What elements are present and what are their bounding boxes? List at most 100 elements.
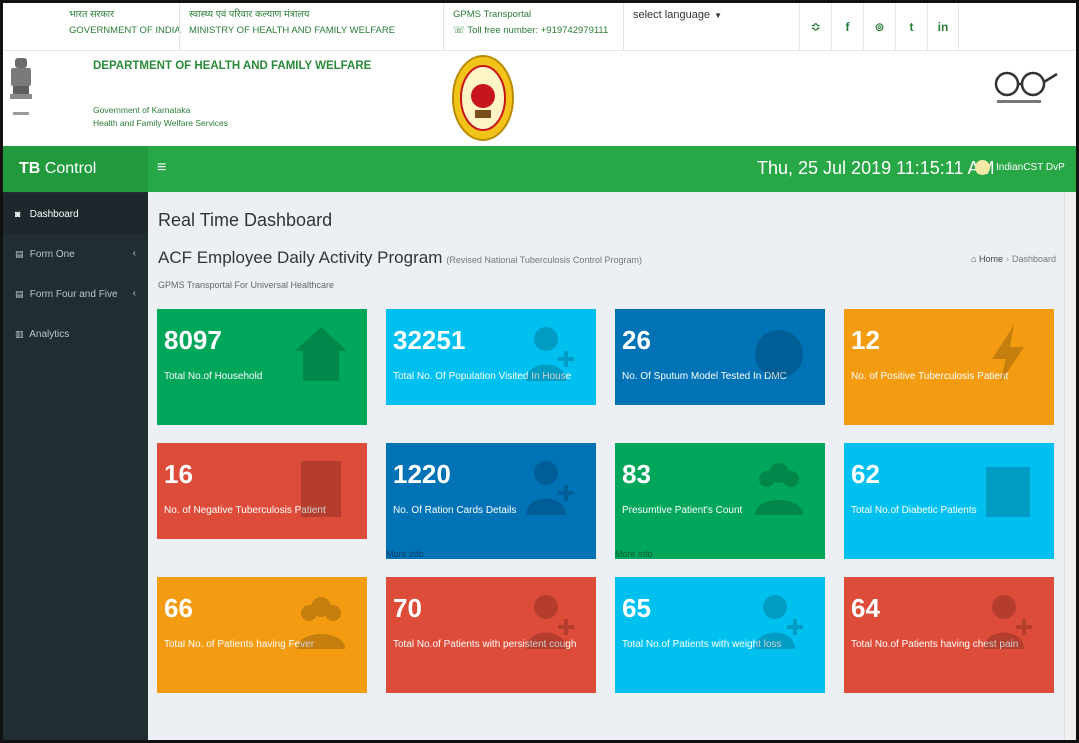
breadcrumb: ⌂ Home › Dashboard (971, 254, 1056, 264)
stat-tile-negative-tb[interactable]: 16 No. of Negative Tuberculosis Patient (157, 443, 367, 539)
program-subtitle: (Revised National Tuberculosis Control P… (446, 255, 642, 265)
sidebar-item-form-one[interactable]: ▤ Form One ‹ (3, 234, 148, 274)
language-select[interactable]: select language ▼ (633, 9, 722, 21)
stat-tile-diabetic[interactable]: 62 Total No.of Diabetic Patients (844, 443, 1054, 559)
stat-value: 32251 (393, 325, 466, 355)
user-plus-icon (984, 595, 1032, 649)
stat-value: 66 (164, 593, 193, 623)
contact-info: GPMS Transportal ☏ Toll free number: +91… (453, 7, 608, 39)
browser-frame: भारत सरकार GOVERNMENT OF INDIA स्वास्थ्य… (0, 0, 1079, 743)
sidebar: ◙ Dashboard ▤ Form One ‹ ▤ Form Four and… (3, 192, 148, 740)
stat-tile-fever[interactable]: 66 Total No. of Patients having Fever (157, 577, 367, 693)
current-datetime: Thu, 25 Jul 2019 11:15:11 AM (757, 158, 995, 178)
program-title: ACF Employee Daily Activity Program (Revi… (158, 248, 642, 267)
karnataka-seal-icon (452, 55, 514, 141)
toll-free-number: ☏ Toll free number: +919742979111 (453, 25, 609, 36)
stat-value: 70 (393, 593, 422, 623)
divider (443, 3, 444, 51)
stat-label: Total No. of Patients having Fever (164, 639, 315, 650)
government-top-bar: भारत सरकार GOVERNMENT OF INDIA स्वास्थ्य… (3, 3, 1076, 51)
stat-tile-weight-loss[interactable]: 65 Total No.of Patients with weight loss (615, 577, 825, 693)
stat-tile-chest-pain[interactable]: 64 Total No.of Patients having chest pai… (844, 577, 1054, 693)
menu-toggle-icon[interactable]: ≡ (157, 159, 166, 177)
user-plus-icon (755, 595, 803, 649)
linkedin-icon[interactable]: in (927, 3, 959, 51)
stat-tile-positive-tb[interactable]: 12 No. of Positive Tuberculosis Patient (844, 309, 1054, 425)
stat-label: Total No.of Household (164, 371, 263, 382)
home-icon: ⌂ (971, 254, 977, 264)
breadcrumb-home[interactable]: Home (979, 254, 1003, 264)
stat-label: Presumtive Patient's Count (622, 505, 743, 516)
avatar (975, 160, 990, 175)
chevron-left-icon: ‹ (132, 248, 136, 259)
stat-tile-population[interactable]: 32251 Total No. Of Population Visited In… (386, 309, 596, 405)
pie-chart-icon (755, 330, 803, 378)
department-title: DEPARTMENT OF HEALTH AND FAMILY WELFARE (93, 60, 372, 72)
portal-caption: GPMS Transportal For Universal Healthcar… (158, 280, 335, 290)
share-icon[interactable]: ≎ (799, 3, 831, 51)
stat-label: No. Of Ration Cards Details (393, 505, 517, 516)
govt-of-india-english: GOVERNMENT OF INDIA (69, 25, 181, 36)
facebook-icon[interactable]: f (831, 3, 863, 51)
divider (623, 3, 624, 51)
ministry-english: MINISTRY OF HEALTH AND FAMILY WELFARE (189, 25, 396, 36)
home-icon (295, 327, 347, 381)
vertical-scrollbar[interactable] (1064, 192, 1076, 740)
stat-tile-household[interactable]: 8097 Total No.of Household (157, 309, 367, 425)
brand-logo[interactable]: TB Control Program (3, 146, 148, 223)
breadcrumb-current: Dashboard (1011, 254, 1056, 264)
portal-name: GPMS Transportal (453, 9, 532, 20)
stat-value: 83 (622, 459, 651, 489)
app-header: TB Control Program ≡ Thu, 25 Jul 2019 11… (3, 146, 1076, 223)
swachh-bharat-logo-icon (994, 71, 1058, 103)
stat-tile-presumptive[interactable]: 83 Presumtive Patient's Count More info (615, 443, 825, 559)
form-icon: ▤ (15, 249, 24, 259)
google-plus-icon[interactable]: ⊚ (863, 3, 895, 51)
page-title: Real Time Dashboard (158, 210, 333, 230)
stat-value: 1220 (393, 459, 451, 489)
users-icon (755, 463, 803, 515)
sidebar-item-analytics[interactable]: ▥ Analytics (3, 314, 148, 354)
user-plus-icon (526, 327, 574, 381)
user-plus-icon (526, 461, 574, 515)
stat-value: 26 (622, 325, 651, 355)
building-icon (301, 461, 341, 517)
phone-icon: ☏ (453, 25, 468, 36)
caret-down-icon: ▼ (714, 11, 722, 20)
hospital-icon (986, 467, 1030, 517)
language-select-value: select language (633, 9, 711, 21)
user-plus-icon (526, 595, 574, 649)
stat-value: 62 (851, 459, 880, 489)
stat-tile-ration-cards[interactable]: 1220 No. Of Ration Cards Details More in… (386, 443, 596, 559)
dashboard-icon: ◙ (15, 209, 21, 219)
users-icon (297, 597, 345, 649)
breadcrumb-separator: › (1005, 254, 1009, 264)
stat-value: 65 (622, 593, 651, 623)
ministry-link[interactable]: स्वास्थ्य एवं परिवार कल्याण मंत्रालय MIN… (189, 7, 395, 39)
sidebar-item-form-four-and-five[interactable]: ▤ Form Four and Five ‹ (3, 274, 148, 314)
department-subtitle: Government of Karnataka Health and Famil… (93, 105, 228, 128)
department-header: DEPARTMENT OF HEALTH AND FAMILY WELFARE … (3, 52, 1076, 146)
bolt-icon (992, 325, 1024, 383)
chevron-left-icon: ‹ (132, 288, 136, 299)
stat-value: 8097 (164, 325, 222, 355)
main-content: Real Time Dashboard ACF Employee Daily A… (148, 192, 1076, 740)
more-info-link[interactable]: More info (615, 549, 653, 559)
chart-icon: ▥ (15, 329, 24, 339)
twitter-icon[interactable]: t (895, 3, 927, 51)
ministry-hindi: स्वास्थ्य एवं परिवार कल्याण मंत्रालय (189, 9, 310, 20)
form-icon: ▤ (15, 289, 24, 299)
sidebar-item-dashboard[interactable]: ◙ Dashboard (3, 194, 148, 234)
national-emblem-icon (10, 58, 32, 115)
stat-label: Total No.of Diabetic Patients (851, 505, 977, 516)
stat-tile-sputum[interactable]: 26 No. Of Sputum Model Tested In DMC (615, 309, 825, 405)
stat-value: 12 (851, 325, 880, 355)
stat-tile-cough[interactable]: 70 Total No.of Patients with persistent … (386, 577, 596, 693)
stat-value: 16 (164, 459, 193, 489)
user-name: IndianCST DvP (996, 162, 1065, 173)
govt-of-india[interactable]: भारत सरकार GOVERNMENT OF INDIA (69, 7, 181, 39)
govt-of-india-hindi: भारत सरकार (69, 9, 115, 20)
user-menu[interactable]: IndianCST DvP (975, 160, 1065, 175)
more-info-link[interactable]: More info (386, 549, 424, 559)
stat-value: 64 (851, 593, 880, 623)
